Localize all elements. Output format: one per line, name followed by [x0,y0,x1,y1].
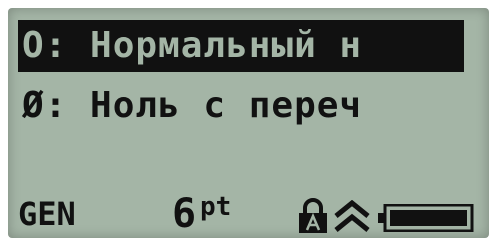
lcd-screen: O: Нормальный н Ø: Ноль с переч GEN 6 pt [8,8,489,238]
menu-item-label: O: Нормальный н [22,25,363,66]
battery-icon [378,204,474,232]
menu-item-selected[interactable]: O: Нормальный н [18,20,464,72]
font-size-unit: pt [200,192,232,222]
status-bar: GEN 6 pt [8,191,489,237]
caps-arrow-icon [334,200,370,232]
menu-item[interactable]: Ø: Ноль с переч [18,80,464,132]
mode-indicator: GEN [18,195,76,233]
font-size-value: 6 [172,191,197,237]
device-bezel: O: Нормальный н Ø: Ноль с переч GEN 6 pt [0,0,497,246]
menu-item-label: Ø: Ноль с переч [22,85,363,126]
battery-level-fill [390,210,467,226]
caps-lock-icon [299,198,327,233]
